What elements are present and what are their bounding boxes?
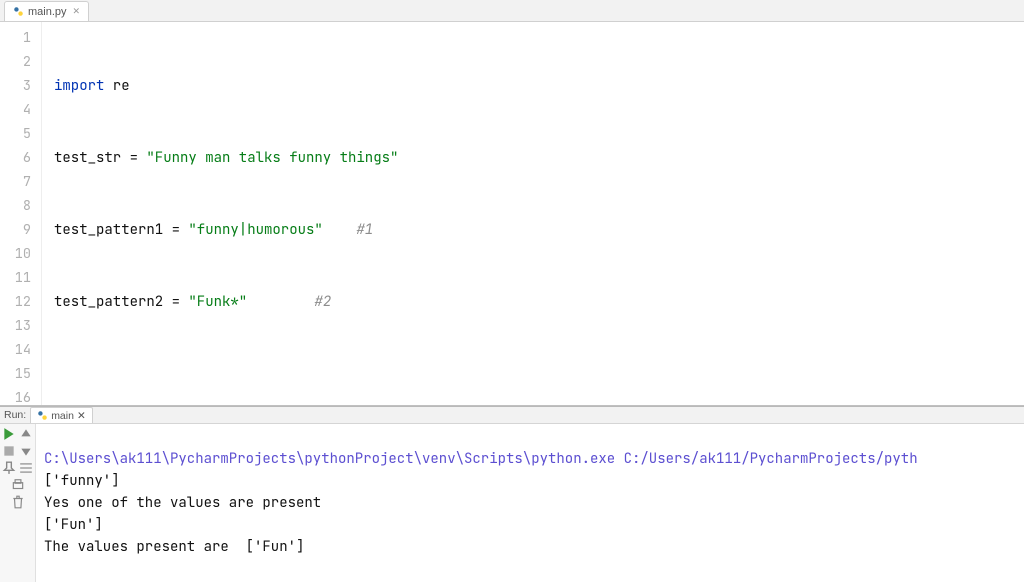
line-number: 13 [0, 314, 31, 338]
console-line: The values present are ['Fun'] [44, 538, 304, 556]
play-icon[interactable] [2, 427, 16, 441]
line-number: 3 [0, 74, 31, 98]
line-number: 14 [0, 338, 31, 362]
line-number: 5 [0, 122, 31, 146]
python-file-icon [13, 6, 24, 17]
code-area[interactable]: import re test_str = "Funny man talks fu… [42, 22, 1024, 405]
run-config-name: main [51, 410, 74, 422]
code-token: import [54, 77, 104, 95]
code-token: re [104, 77, 129, 95]
printer-icon[interactable] [11, 478, 25, 492]
console-line: ['Fun'] [44, 516, 103, 534]
line-number: 2 [0, 50, 31, 74]
editor-tab-label: main.py [28, 6, 67, 18]
close-icon[interactable]: ✕ [73, 6, 81, 17]
trash-icon[interactable] [11, 495, 25, 509]
editor[interactable]: 1 2 3 4 5 6 7 8 9 10 11 12 13 14 15 16 i… [0, 22, 1024, 406]
arrow-down-icon[interactable] [19, 444, 33, 458]
console-line: ['funny'] [44, 472, 120, 490]
line-number: 11 [0, 266, 31, 290]
code-token: test_str = [54, 149, 146, 167]
code-token: #2 [247, 293, 331, 311]
close-icon[interactable]: ✕ [77, 410, 86, 422]
stop-icon[interactable] [2, 444, 16, 458]
line-number: 1 [0, 26, 31, 50]
arrow-up-icon[interactable] [19, 427, 33, 441]
code-token: "funny|humorous" [188, 221, 322, 239]
line-number: 10 [0, 242, 31, 266]
console-output[interactable]: C:\Users\ak111\PycharmProjects\pythonPro… [36, 424, 1024, 582]
line-number: 9 [0, 218, 31, 242]
console-line: C:\Users\ak111\PycharmProjects\pythonPro… [44, 450, 918, 468]
code-token: test_pattern1 = [54, 221, 188, 239]
code-token: "Funny man talks funny things" [146, 149, 398, 167]
line-number: 4 [0, 98, 31, 122]
pin-icon[interactable] [2, 461, 16, 475]
python-file-icon [37, 410, 48, 421]
code-token: #1 [323, 221, 373, 239]
editor-tab-bar: main.py ✕ [0, 0, 1024, 22]
editor-tab-main-py[interactable]: main.py ✕ [4, 1, 89, 21]
line-number: 16 [0, 386, 31, 406]
run-toolbar [0, 424, 36, 582]
settings-icon[interactable] [19, 461, 33, 475]
run-config-tab[interactable]: main ✕ [30, 407, 93, 423]
line-number: 8 [0, 194, 31, 218]
line-number-gutter: 1 2 3 4 5 6 7 8 9 10 11 12 13 14 15 16 [0, 22, 42, 405]
line-number: 12 [0, 290, 31, 314]
run-header: Run: main ✕ [0, 407, 1024, 424]
code-token: test_pattern2 = [54, 293, 188, 311]
run-tool-window: Run: main ✕ [0, 406, 1024, 546]
code-token: "Funk*" [188, 293, 247, 311]
console-line: Yes one of the values are present [44, 494, 321, 512]
line-number: 7 [0, 170, 31, 194]
run-label: Run: [4, 409, 26, 421]
line-number: 6 [0, 146, 31, 170]
line-number: 15 [0, 362, 31, 386]
